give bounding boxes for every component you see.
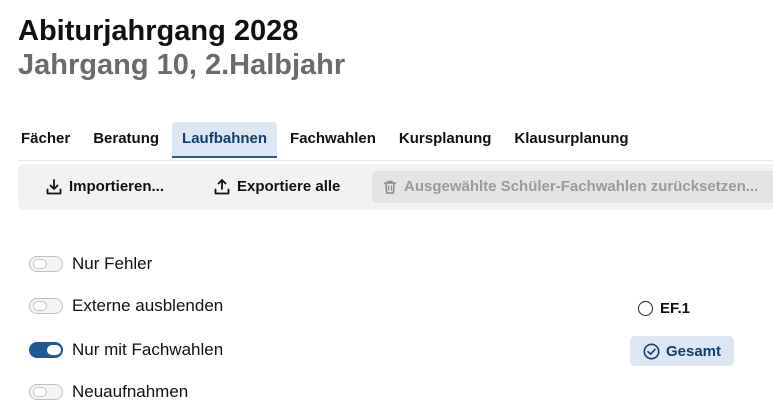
import-button[interactable]: Importieren...: [45, 171, 164, 203]
filter-externe-ausblenden: Externe ausblenden: [29, 296, 223, 316]
radio-ef1[interactable]: EF.1: [638, 300, 690, 317]
tab-beratung[interactable]: Beratung: [83, 122, 169, 156]
tab-kursplanung[interactable]: Kursplanung: [389, 122, 502, 156]
toggle-knob: [47, 345, 61, 355]
radio-unchecked-icon: [638, 301, 653, 316]
tab-divider: [18, 160, 773, 161]
upload-icon: [213, 178, 231, 196]
download-icon: [45, 178, 63, 196]
export-all-button-label: Exportiere alle: [237, 178, 341, 195]
radio-gesamt-label: Gesamt: [665, 342, 722, 360]
tab-faecher[interactable]: Fächer: [11, 122, 80, 156]
import-button-label: Importieren...: [69, 178, 165, 195]
page-title: Abiturjahrgang 2028: [18, 15, 299, 47]
tab-klausurplanung[interactable]: Klausurplanung: [504, 122, 638, 156]
page: Abiturjahrgang 2028 Jahrgang 10, 2.Halbj…: [0, 0, 773, 416]
filter-nur-fehler-label: Nur Fehler: [72, 254, 153, 273]
reset-fachwahlen-button-label: Ausgewählte Schüler-Fachwahlen zurückset…: [404, 178, 759, 195]
filter-nur-mit-fachwahlen: Nur mit Fachwahlen: [29, 340, 223, 360]
tab-bar: Fächer Beratung Laufbahnen Fachwahlen Ku…: [11, 122, 642, 158]
radio-gesamt[interactable]: Gesamt: [630, 336, 734, 366]
toggle-knob: [33, 259, 47, 269]
toolbar: Importieren... Exportiere alle Ausgewähl…: [18, 164, 773, 210]
export-all-button[interactable]: Exportiere alle: [213, 171, 340, 203]
reset-fachwahlen-button[interactable]: Ausgewählte Schüler-Fachwahlen zurückset…: [372, 171, 773, 203]
tab-laufbahnen[interactable]: Laufbahnen: [172, 122, 278, 158]
filter-neuaufnahmen: Neuaufnahmen: [29, 382, 188, 402]
tab-fachwahlen[interactable]: Fachwahlen: [280, 122, 386, 156]
toggle-knob: [33, 301, 47, 311]
trash-icon: [382, 179, 398, 195]
filter-nur-mit-fachwahlen-label: Nur mit Fachwahlen: [72, 340, 224, 359]
filter-neuaufnahmen-label: Neuaufnahmen: [72, 382, 189, 401]
toggle-externe-ausblenden[interactable]: [29, 298, 63, 314]
toggle-neuaufnahmen[interactable]: [29, 384, 63, 400]
toggle-nur-mit-fachwahlen[interactable]: [29, 342, 63, 358]
toggle-nur-fehler[interactable]: [29, 256, 63, 272]
check-circle-icon: [643, 343, 660, 360]
filter-externe-ausblenden-label: Externe ausblenden: [72, 296, 224, 315]
filter-nur-fehler: Nur Fehler: [29, 254, 152, 274]
toggle-knob: [33, 387, 47, 397]
radio-ef1-label: EF.1: [660, 300, 691, 317]
page-subtitle: Jahrgang 10, 2.Halbjahr: [18, 49, 346, 81]
